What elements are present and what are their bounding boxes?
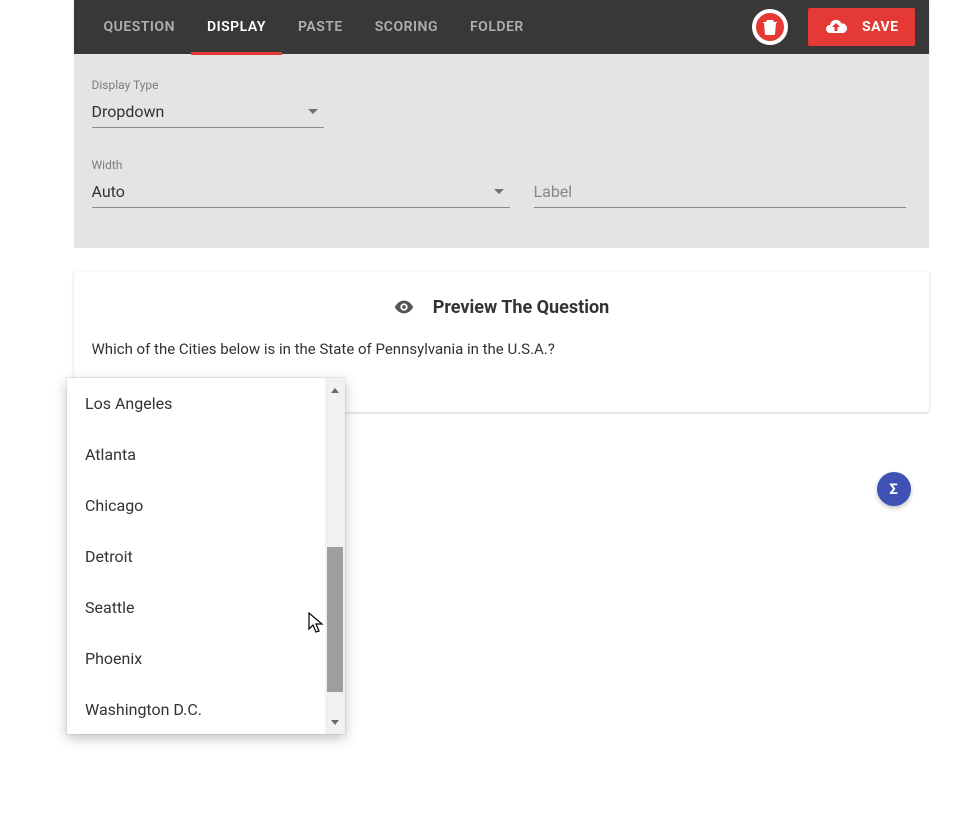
tab-scoring[interactable]: SCORING bbox=[359, 0, 454, 54]
tab-strip: QUESTION DISPLAY PASTE SCORING FOLDER bbox=[88, 0, 540, 54]
display-type-select[interactable]: Dropdown bbox=[92, 96, 324, 128]
chevron-down-icon bbox=[494, 189, 504, 194]
field-label: Width bbox=[92, 158, 510, 172]
tab-label: FOLDER bbox=[470, 19, 524, 35]
scroll-thumb[interactable] bbox=[327, 547, 343, 692]
tab-label: PASTE bbox=[298, 19, 343, 35]
label-input[interactable] bbox=[534, 176, 906, 208]
settings-panel: Display Type Dropdown Width Auto bbox=[74, 54, 929, 248]
dropdown-option[interactable]: Phoenix bbox=[67, 633, 325, 684]
topbar-right: SAVE bbox=[752, 8, 915, 46]
preview-title: Preview The Question bbox=[92, 296, 911, 318]
tab-folder[interactable]: FOLDER bbox=[454, 0, 540, 54]
save-button[interactable]: SAVE bbox=[808, 8, 915, 46]
chevron-down-icon bbox=[308, 109, 318, 114]
tab-question[interactable]: QUESTION bbox=[88, 0, 191, 54]
sigma-icon: Σ bbox=[889, 480, 898, 498]
preview-title-text: Preview The Question bbox=[433, 297, 609, 318]
sigma-button[interactable]: Σ bbox=[877, 472, 911, 506]
dropdown-option[interactable]: Seattle bbox=[67, 582, 325, 633]
dropdown-option[interactable]: Detroit bbox=[67, 531, 325, 582]
topbar: QUESTION DISPLAY PASTE SCORING FOLDER SA… bbox=[74, 0, 929, 54]
tab-paste[interactable]: PASTE bbox=[282, 0, 359, 54]
width-field: Width Auto bbox=[92, 158, 510, 208]
eye-icon bbox=[393, 296, 415, 318]
dropdown-option[interactable]: Los Angeles bbox=[67, 378, 325, 429]
save-button-label: SAVE bbox=[862, 19, 899, 35]
dropdown-option[interactable]: Atlanta bbox=[67, 429, 325, 480]
width-select[interactable]: Auto bbox=[92, 176, 510, 208]
scroll-up-icon[interactable] bbox=[325, 378, 345, 402]
label-field bbox=[534, 158, 906, 208]
scroll-down-icon[interactable] bbox=[325, 710, 345, 734]
tab-label: QUESTION bbox=[104, 19, 175, 35]
tab-label: SCORING bbox=[375, 19, 438, 35]
display-type-field: Display Type Dropdown bbox=[92, 78, 324, 128]
field-label: Display Type bbox=[92, 78, 324, 92]
dropdown-list: Los Angeles Atlanta Chicago Detroit Seat… bbox=[67, 378, 325, 734]
tab-label: DISPLAY bbox=[207, 19, 266, 35]
question-text: Which of the Cities below is in the Stat… bbox=[92, 340, 911, 358]
display-type-value: Dropdown bbox=[92, 102, 165, 121]
trash-icon bbox=[763, 19, 777, 35]
width-value: Auto bbox=[92, 182, 125, 201]
delete-button[interactable] bbox=[752, 9, 788, 45]
scrollbar[interactable] bbox=[325, 378, 345, 734]
tab-display[interactable]: DISPLAY bbox=[191, 0, 282, 54]
scroll-track[interactable] bbox=[325, 402, 345, 710]
dropdown-menu: Los Angeles Atlanta Chicago Detroit Seat… bbox=[67, 378, 345, 734]
dropdown-option[interactable]: Washington D.C. bbox=[67, 684, 325, 734]
dropdown-option[interactable]: Chicago bbox=[67, 480, 325, 531]
cloud-upload-icon bbox=[824, 15, 848, 39]
